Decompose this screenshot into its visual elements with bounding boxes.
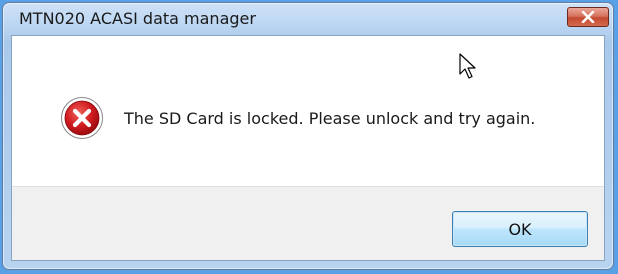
dialog-body: The SD Card is locked. Please unlock and… [11,35,605,261]
message-area: The SD Card is locked. Please unlock and… [12,36,604,186]
button-area: OK [12,186,604,260]
dialog-window: MTN020 ACASI data manager The SD Card is… [2,2,614,270]
title-bar[interactable]: MTN020 ACASI data manager [3,3,613,37]
ok-button[interactable]: OK [452,211,588,247]
error-icon [61,97,103,139]
close-icon [581,11,595,23]
window-title: MTN020 ACASI data manager [19,9,256,28]
message-text: The SD Card is locked. Please unlock and… [124,109,536,128]
close-button[interactable] [567,7,609,27]
mouse-pointer-icon [459,53,476,79]
